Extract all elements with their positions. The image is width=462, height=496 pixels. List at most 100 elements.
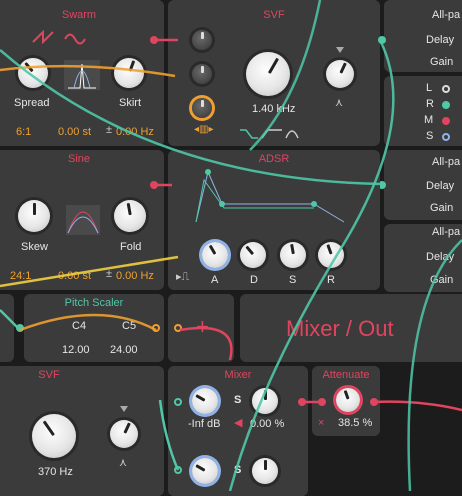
adsr-panel: ADSR ▸⎍ A D S R: [168, 150, 380, 290]
attenuate-x-icon[interactable]: ×: [318, 417, 324, 429]
svf-bottom-cutoff-knob[interactable]: [32, 414, 76, 458]
sine-out-port[interactable]: [150, 181, 158, 189]
fold-label: Fold: [120, 241, 142, 253]
sine-hz-sign: ±: [106, 268, 113, 280]
mixer-in-port-1[interactable]: [174, 398, 182, 406]
attenuate-knob[interactable]: [336, 388, 360, 412]
adsr-envelope-display: [195, 169, 345, 223]
pitch-in-port[interactable]: [16, 324, 24, 332]
svf-bottom-freq[interactable]: 370 Hz: [38, 466, 73, 478]
attack-label: A: [211, 274, 219, 286]
plus-in-port[interactable]: [174, 324, 182, 332]
peak-icon-bottom: ⋏: [119, 457, 128, 469]
allpass-3-delay[interactable]: Delay: [426, 251, 454, 263]
lrms-s-port[interactable]: [442, 133, 450, 141]
lrms-r-port[interactable]: [442, 101, 450, 109]
pitch-val1[interactable]: 12.00: [62, 344, 90, 356]
release-knob[interactable]: [318, 242, 344, 268]
left-stub-panel: [0, 294, 14, 362]
allpass-2-delay[interactable]: Delay: [426, 180, 454, 192]
mixer-level-knob[interactable]: [192, 388, 218, 414]
swarm-panel: Swarm Spread Skirt 6:1 0.00 st ± 0.00 Hz: [0, 0, 164, 146]
sine-title: Sine: [67, 153, 91, 165]
attenuate-in-port[interactable]: [318, 398, 326, 406]
mixer2-s-label[interactable]: S: [234, 464, 241, 476]
gate-icon[interactable]: ▸⎍: [176, 270, 189, 284]
attenuate-out-port[interactable]: [370, 398, 378, 406]
allpass-3-gain[interactable]: Gain: [430, 274, 453, 286]
speaker-icon[interactable]: ◀: [234, 416, 242, 429]
allpass-1-delay[interactable]: Delay: [426, 34, 454, 46]
lrms-r: R: [426, 98, 434, 110]
svf-bottom-panel: SVF 370 Hz ⋏: [0, 366, 164, 496]
sine-panel: Sine Skew Fold 24:1 0.00 st ± 0.00 Hz: [0, 150, 164, 290]
mixer-level[interactable]: -Inf dB: [188, 418, 220, 430]
mixer-in-port-2[interactable]: [174, 466, 182, 474]
sine-shape-display: [66, 205, 100, 235]
swarm-ratio[interactable]: 6:1: [16, 126, 31, 138]
sine-wave-icon[interactable]: [64, 32, 86, 46]
allpass-panel-1: All-pa Delay Gain: [384, 0, 462, 72]
svf-top-freq[interactable]: 1.40 kHz: [252, 103, 295, 115]
svf-resonance-knob[interactable]: [326, 60, 354, 88]
swarm-hz[interactable]: 0.00 Hz: [116, 126, 154, 138]
keyboard-icon[interactable]: ◂▥▸: [194, 124, 214, 135]
swarm-hz-sign: ±: [106, 124, 113, 136]
pitch-val2[interactable]: 24.00: [110, 344, 138, 356]
lrms-l-port[interactable]: [442, 85, 450, 93]
skew-knob[interactable]: [18, 200, 50, 232]
lrms-m-port[interactable]: [442, 117, 450, 125]
swarm-semitones[interactable]: 0.00 st: [58, 126, 91, 138]
svf-bottom-title: SVF: [38, 369, 60, 381]
attenuate-value[interactable]: 38.5 %: [338, 417, 372, 429]
mixer2-pan-knob[interactable]: [252, 458, 278, 484]
pitch-note2[interactable]: C5: [122, 320, 136, 332]
pitch-note1[interactable]: C4: [72, 320, 86, 332]
svf-mod1-knob[interactable]: [192, 30, 212, 50]
pitch-out-port[interactable]: [152, 324, 160, 332]
resonance-triangle-icon: [336, 47, 344, 53]
skirt-knob[interactable]: [114, 58, 144, 88]
pitch-scaler-panel: Pitch Scaler C4 C5 12.00 24.00: [24, 294, 164, 362]
allpass-3-title: All-pa: [432, 226, 461, 238]
mixer-s-label[interactable]: S: [234, 394, 241, 406]
saw-wave-icon[interactable]: [32, 30, 54, 44]
allpass-1-title: All-pa: [432, 9, 461, 21]
mixer-title: Mixer: [224, 369, 252, 381]
svf-bottom-resonance-knob[interactable]: [110, 420, 138, 448]
sine-semitones[interactable]: 0.00 st: [58, 270, 91, 282]
mixer-pct[interactable]: 0.00 %: [250, 418, 284, 430]
resonance-triangle-icon-bottom: [120, 406, 128, 412]
spread-knob[interactable]: [18, 58, 48, 88]
skirt-label: Skirt: [119, 97, 141, 109]
allpass-2-gain[interactable]: Gain: [430, 202, 453, 214]
mixer-out-title: Mixer / Out: [286, 316, 394, 341]
lrms-m: M: [424, 114, 434, 126]
svf-mod2-knob[interactable]: [192, 64, 212, 84]
svf-keytrack-knob[interactable]: [192, 98, 212, 118]
pitch-scaler-title: Pitch Scaler: [64, 297, 124, 309]
decay-knob[interactable]: [240, 242, 266, 268]
sine-ratio[interactable]: 24:1: [10, 270, 31, 282]
attack-knob[interactable]: [202, 242, 228, 268]
peak-icon: ⋏: [335, 97, 344, 109]
sine-hz[interactable]: 0.00 Hz: [116, 270, 154, 282]
swarm-out-port[interactable]: [150, 36, 158, 44]
filter-mode-icons[interactable]: [238, 126, 304, 140]
svf-cutoff-knob[interactable]: [246, 52, 290, 96]
allpass-1-gain[interactable]: Gain: [430, 56, 453, 68]
svf-top-panel: SVF ◂▥▸ 1.40 kHz ⋏: [168, 0, 380, 146]
plus-icon[interactable]: +: [196, 314, 209, 340]
mixer2-level-knob[interactable]: [192, 458, 218, 484]
mixer-out-panel[interactable]: Mixer / Out: [240, 294, 462, 362]
spread-label: Spread: [14, 97, 50, 109]
skew-label: Skew: [21, 241, 48, 253]
allpass-1-in-port[interactable]: [378, 36, 386, 44]
swarm-title: Swarm: [61, 9, 97, 21]
allpass-2-title: All-pa: [432, 156, 461, 168]
fold-knob[interactable]: [114, 200, 146, 232]
sustain-knob[interactable]: [280, 242, 306, 268]
attenuate-title: Attenuate: [322, 369, 370, 381]
mixer-pan-knob[interactable]: [252, 388, 278, 414]
mixer-out-port[interactable]: [298, 398, 306, 406]
